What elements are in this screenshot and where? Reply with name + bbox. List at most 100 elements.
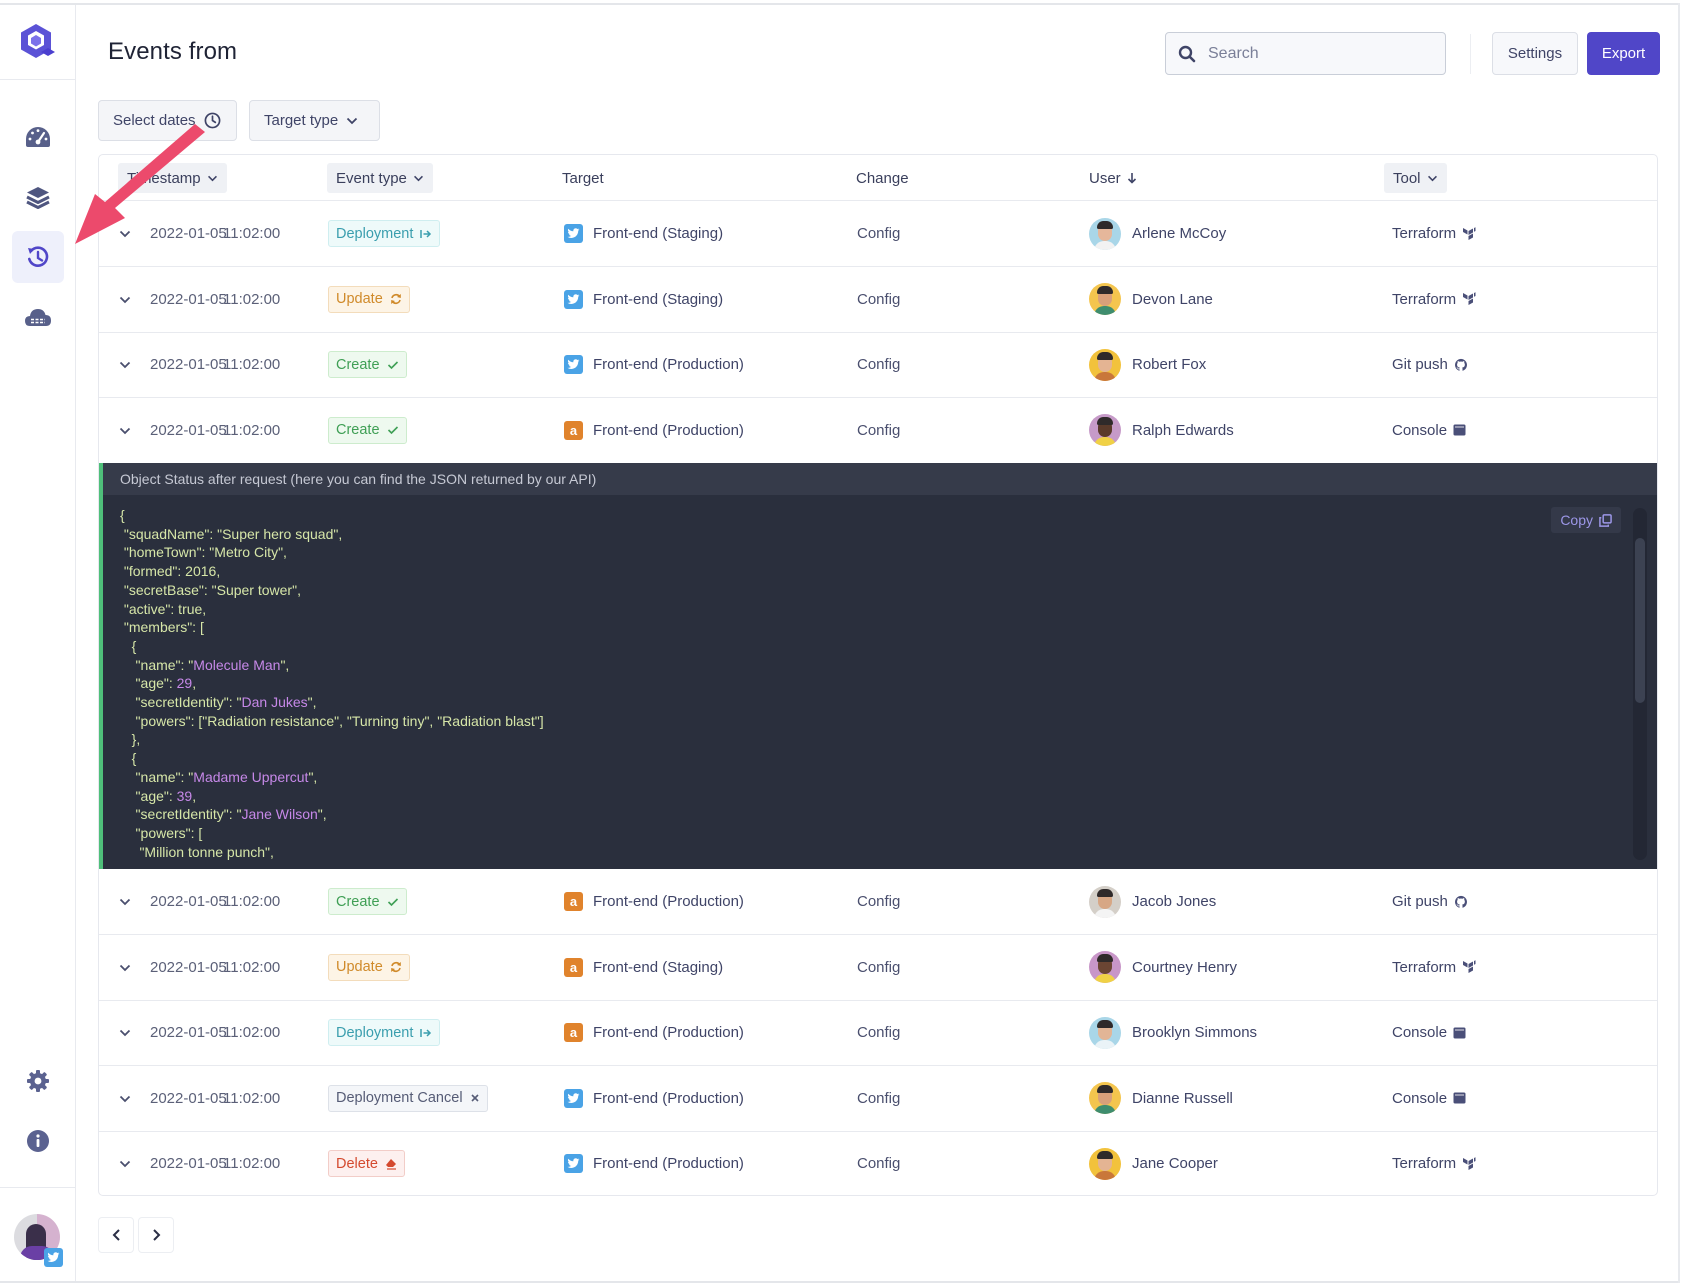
column-header-event-type[interactable]: Event type — [327, 163, 433, 193]
user-cell: Dianne Russell — [1089, 1066, 1233, 1131]
export-button[interactable]: Export — [1587, 32, 1660, 75]
chevron-down-icon — [119, 1155, 131, 1172]
target-type-dropdown[interactable]: Target type — [249, 100, 380, 141]
target-name: Front-end (Staging) — [593, 290, 724, 308]
expand-row-toggle[interactable] — [119, 267, 131, 332]
table-row[interactable]: 2022-01-05 11:02:00 Create a Front-end (Prod… — [99, 398, 1657, 464]
avatar — [1089, 1016, 1121, 1049]
column-header-timestamp[interactable]: Timestamp — [118, 163, 227, 193]
event-type-cell: Deployment Cancel — [328, 1066, 488, 1131]
select-dates-button[interactable]: Select dates — [98, 100, 237, 141]
change-value: Config — [857, 958, 901, 976]
code-line: { — [120, 637, 544, 656]
event-type-label: Deployment Cancel — [336, 1090, 463, 1106]
avatar — [1089, 885, 1121, 918]
event-type-label: Create — [336, 422, 380, 438]
event-date: 2022-01-05 — [150, 1089, 227, 1107]
column-header-tool[interactable]: Tool — [1384, 163, 1447, 193]
code-text: "secretBase": "Super tower", — [120, 581, 301, 598]
event-time: 11:02:00 — [223, 225, 281, 242]
events-table: Timestamp Event type Target Change User … — [98, 154, 1658, 1196]
search-box[interactable] — [1165, 32, 1446, 75]
chevron-down-icon — [119, 1090, 131, 1107]
target-name: Front-end (Production) — [593, 1024, 744, 1041]
code-value: Molecule Man — [193, 656, 281, 673]
event-date: 2022-01-05 — [150, 958, 227, 976]
copy-button[interactable]: Copy — [1551, 507, 1621, 533]
twitter-icon — [564, 1088, 583, 1108]
table-row[interactable]: 2022-01-05 11:02:00 Deployment a Front-end (… — [99, 1000, 1657, 1066]
table-row[interactable]: 2022-01-05 11:02:00 Deployment Front-end (S… — [99, 201, 1657, 267]
expand-row-toggle[interactable] — [119, 935, 131, 1000]
expand-row-toggle[interactable] — [119, 1131, 131, 1195]
window-edge — [1678, 3, 1684, 1283]
previous-page-button[interactable] — [98, 1217, 134, 1253]
code-text: }, — [120, 731, 141, 748]
user-cell: Robert Fox — [1089, 332, 1206, 397]
user-cell: Jane Cooper — [1089, 1131, 1218, 1195]
event-type-label: Delete — [336, 1155, 378, 1172]
search-input[interactable] — [1208, 44, 1428, 63]
table-row[interactable]: 2022-01-05 11:02:00 Deployment Cancel Front… — [99, 1066, 1657, 1132]
code-line: "name": "Molecule Man", — [120, 656, 544, 675]
code-text: "squadName": "Super hero squad", — [120, 525, 343, 542]
user-name: Dianne Russell — [1132, 1089, 1233, 1107]
amazon-icon: a — [564, 420, 583, 440]
code-text: "powers": ["Radiation resistance", "Turn… — [120, 712, 544, 729]
expand-row-toggle[interactable] — [119, 1066, 131, 1131]
event-type-badge: Create — [328, 416, 407, 444]
event-time: 11:02:00 — [223, 893, 281, 910]
target-cell: a Front-end (Staging) — [564, 935, 723, 1000]
code-text: "powers": [ — [120, 824, 203, 841]
update-icon — [390, 961, 402, 973]
column-label: Target — [562, 169, 604, 187]
column-label: User — [1089, 169, 1121, 187]
column-header-user[interactable]: User — [1089, 163, 1137, 193]
code-text: "formed": 2016, — [120, 563, 221, 580]
expand-row-toggle[interactable] — [119, 332, 131, 397]
github-icon — [1454, 895, 1468, 909]
event-type-cell: Create — [328, 332, 407, 397]
code-line: }, — [120, 730, 544, 749]
expand-row-toggle[interactable] — [119, 398, 131, 463]
table-row[interactable]: 2022-01-05 11:02:00 Create a Front-end (Prod… — [99, 869, 1657, 935]
table-row[interactable]: 2022-01-05 11:02:00 Delete Front-end (Produ… — [99, 1131, 1657, 1195]
code-text: "secretIdentity": " — [120, 806, 242, 823]
app-logo[interactable] — [0, 5, 76, 80]
event-type-badge: Delete — [328, 1150, 405, 1177]
table-row[interactable]: 2022-01-05 11:02:00 Create Front-end (Produ… — [99, 332, 1657, 398]
sidebar-item-settings[interactable] — [12, 1055, 64, 1107]
user-cell: Jacob Jones — [1089, 869, 1216, 934]
header-divider — [1470, 34, 1471, 74]
target-cell: Front-end (Staging) — [564, 267, 723, 332]
sidebar-item-info[interactable] — [12, 1115, 64, 1167]
change-value: Config — [857, 225, 901, 242]
expand-row-toggle[interactable] — [119, 201, 131, 266]
chevron-down-icon — [1427, 175, 1437, 181]
chevron-down-icon — [119, 422, 131, 439]
gear-icon — [27, 1070, 49, 1092]
code-text: ", — [280, 656, 290, 673]
expand-row-toggle[interactable] — [119, 1000, 131, 1065]
clock-icon — [204, 112, 220, 129]
user-cell: Courtney Henry — [1089, 935, 1237, 1000]
expand-row-toggle[interactable] — [119, 869, 131, 934]
sidebar-item-history[interactable] — [12, 231, 64, 283]
table-row[interactable]: 2022-01-05 11:02:00 Update Front-end (Stagi… — [99, 267, 1657, 333]
code-scrollbar-thumb[interactable] — [1635, 538, 1645, 703]
event-time: 11:02:00 — [223, 1089, 281, 1107]
update-icon — [390, 293, 402, 305]
sidebar-item-cloud[interactable] — [12, 291, 64, 343]
sidebar-item-dashboard[interactable] — [12, 111, 64, 163]
console-icon — [1453, 424, 1466, 436]
table-header: Timestamp Event type Target Change User … — [99, 155, 1657, 201]
target-name: Front-end (Production) — [593, 356, 744, 373]
next-page-button[interactable] — [138, 1217, 174, 1253]
table-row[interactable]: 2022-01-05 11:02:00 Update a Front-end (Stag… — [99, 935, 1657, 1001]
settings-button[interactable]: Settings — [1492, 32, 1578, 75]
change-value: Config — [857, 893, 901, 910]
event-type-label: Update — [336, 291, 383, 307]
code-scrollbar[interactable] — [1633, 508, 1647, 860]
code-line: "powers": [ — [120, 824, 544, 843]
sidebar-item-layers[interactable] — [12, 171, 64, 223]
